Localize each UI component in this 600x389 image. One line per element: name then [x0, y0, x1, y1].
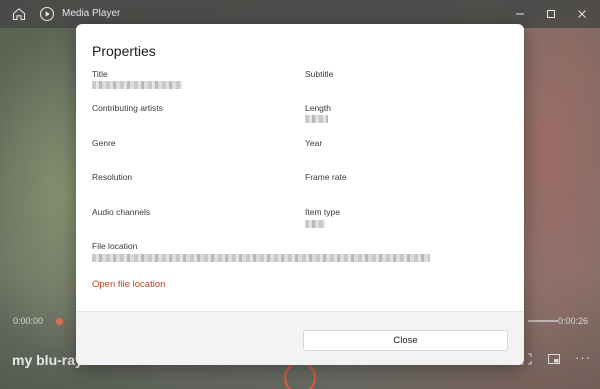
length-value-redacted — [305, 115, 328, 123]
current-time: 0:00:00 — [13, 316, 44, 326]
contributing-artists-label: Contributing artists — [92, 103, 163, 113]
item-type-value-redacted — [305, 220, 325, 228]
dialog-title: Properties — [92, 43, 156, 59]
resolution-label: Resolution — [92, 172, 133, 182]
title-label: Title — [92, 69, 108, 79]
audio-channels-label: Audio channels — [92, 207, 151, 217]
year-label: Year — [305, 138, 323, 148]
mini-player-icon[interactable] — [547, 352, 561, 366]
duration: 0:00:26 — [557, 316, 588, 326]
title-value-redacted — [92, 81, 182, 89]
seek-track[interactable] — [528, 320, 558, 322]
play-circle-icon — [39, 6, 55, 22]
seek-thumb[interactable] — [56, 318, 63, 325]
home-icon[interactable] — [11, 6, 27, 22]
maximize-button[interactable] — [534, 0, 568, 28]
media-title: my blu-ray — [12, 352, 83, 368]
window-title: Media Player — [62, 8, 121, 19]
properties-dialog: Properties Title Subtitle Contributing a… — [76, 24, 524, 365]
close-window-button[interactable] — [565, 0, 599, 28]
play-pause-button[interactable] — [284, 362, 316, 389]
close-icon — [578, 10, 586, 18]
close-button[interactable]: Close — [303, 330, 508, 351]
minimize-icon — [516, 13, 524, 15]
more-options-icon[interactable]: ··· — [575, 350, 591, 365]
dialog-footer: Close — [76, 311, 524, 365]
subtitle-label: Subtitle — [305, 69, 334, 79]
genre-label: Genre — [92, 138, 116, 148]
media-player-window: Media Player 0:00:00 0:00:26 my blu-ray … — [0, 0, 600, 389]
frame-rate-label: Frame rate — [305, 172, 347, 182]
item-type-label: Item type — [305, 207, 340, 217]
maximize-icon — [547, 10, 555, 18]
file-location-value-redacted — [92, 254, 430, 262]
open-file-location-link[interactable]: Open file location — [92, 279, 165, 290]
length-label: Length — [305, 103, 331, 113]
file-location-label: File location — [92, 241, 138, 251]
